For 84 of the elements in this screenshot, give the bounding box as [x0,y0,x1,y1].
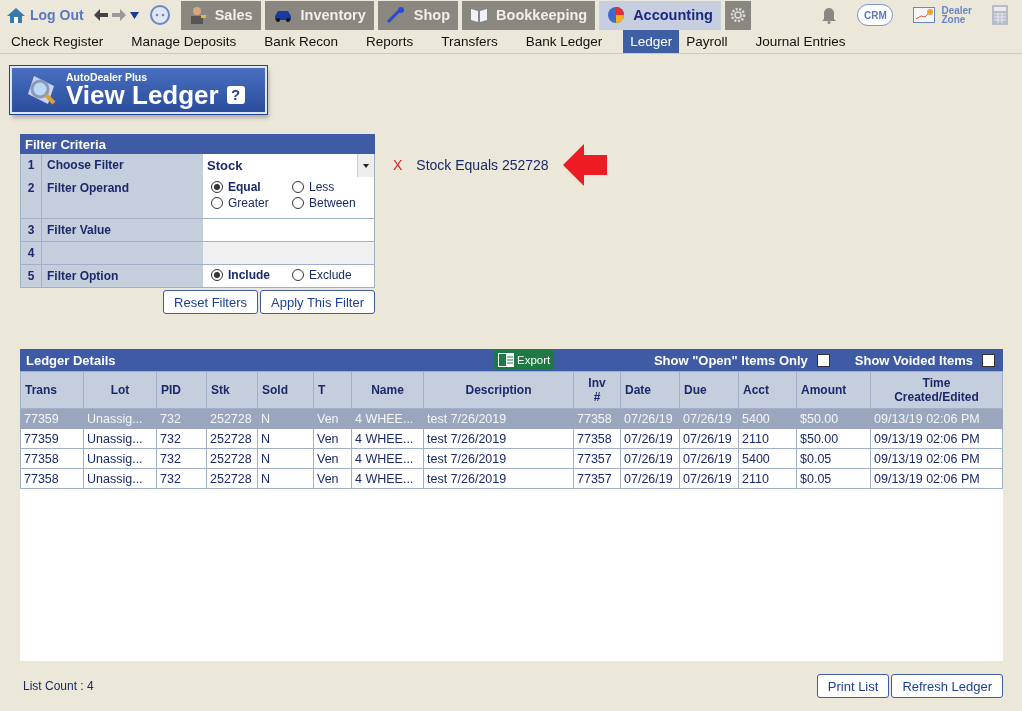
radio-option[interactable]: Exclude [292,268,372,282]
nav-tab[interactable]: Reports [358,30,421,53]
filter-button[interactable]: Reset Filters [163,290,259,314]
row-number: 5 [20,265,42,288]
column-header[interactable]: Due [679,371,739,409]
crm-button[interactable]: CRM [857,4,894,26]
pie-chart-icon [607,6,626,24]
spreadsheet-icon [498,353,514,367]
filter-label: Filter Operand [42,177,203,219]
nav-tab[interactable]: Bank Ledger [518,30,610,53]
radio-option[interactable]: Between [292,196,372,210]
table-cell: 77359 [20,428,84,449]
filter-button[interactable]: Apply This Filter [260,290,375,314]
nav-tab[interactable]: Manage Deposits [124,30,244,53]
radio-button[interactable] [292,197,304,209]
bell-icon[interactable] [821,6,838,24]
nav-tab[interactable]: Check Register [4,30,111,53]
module-tab[interactable]: Accounting [599,0,721,30]
pointer-arrow-icon [562,144,607,186]
ledger-button[interactable]: Refresh Ledger [891,674,1003,698]
wrench-icon [385,6,406,24]
page-title: View Ledger [66,82,219,108]
radio-option[interactable]: Equal [211,180,292,194]
back-arrow-icon[interactable] [93,9,108,21]
toggle-label: Show Voided Items [854,352,973,368]
filter-select[interactable]: Stock [203,154,374,177]
ledger-details-title: Ledger Details [26,352,117,368]
settings-icon [729,7,746,23]
checkbox[interactable] [816,353,830,367]
column-header[interactable]: Date [620,371,680,409]
column-header[interactable]: Description [423,371,574,409]
caret-icon [363,163,369,168]
home-icon [6,6,26,24]
toggle-label: Show "Open" Items Only [653,352,808,368]
row-number: 1 [20,154,42,178]
list-count: List Count : 4 [23,679,94,693]
column-header[interactable]: PID [156,371,207,409]
radio-option[interactable]: Less [292,180,372,194]
nav-tab[interactable]: Ledger [623,30,680,53]
column-header[interactable]: Amount [796,371,871,409]
column-header[interactable]: Sold [257,371,314,409]
export-button[interactable]: Export [494,350,555,370]
filter-criteria-header: Filter Criteria [20,134,375,154]
dashboard-chart-icon[interactable] [913,7,936,23]
radio-option[interactable]: Greater [211,196,292,210]
row-number: 3 [20,219,42,242]
filter-label: Filter Option [42,265,203,288]
caret-icon[interactable] [129,11,139,19]
column-header[interactable]: Acct [738,371,797,409]
ledger-button[interactable]: Print List [816,674,890,698]
nav-tab[interactable]: Journal Entries [748,30,853,53]
nav-tab[interactable]: Payroll [679,30,735,53]
nav-tab[interactable]: Bank Recon [257,30,345,53]
column-header[interactable]: Trans [20,371,84,409]
car-icon [272,8,293,22]
table-cell: 77358 [20,468,84,489]
radio-button[interactable] [292,181,304,193]
filter-label: Filter Value [42,219,203,242]
column-header[interactable]: Inv # [573,371,621,409]
radio-button[interactable] [211,181,223,193]
checkbox[interactable] [982,353,995,367]
book-icon [470,7,489,23]
column-header[interactable]: T [313,371,352,409]
column-header[interactable]: Lot [83,371,157,409]
radio-button[interactable] [211,269,223,281]
support-face-icon[interactable] [148,4,171,26]
remove-filter-link[interactable]: X [393,157,403,173]
brand-name: AutoDealer Plus [66,72,149,82]
radio-option[interactable]: Include [211,268,292,282]
settings-button[interactable] [724,0,751,30]
row-number: 4 [20,242,42,265]
column-header[interactable]: Time Created/Edited [870,371,1003,409]
column-header[interactable]: Name [351,371,424,409]
column-header[interactable]: Stk [206,371,258,409]
salesman-icon [188,6,207,24]
radio-button[interactable] [292,269,304,281]
active-filter-text: Stock Equals 252728 [416,157,549,173]
table-cell: 77359 [20,408,84,429]
radio-button[interactable] [211,197,223,209]
filter-label: Choose Filter [42,154,203,178]
table-cell: 77358 [20,448,84,469]
row-number: 2 [20,177,42,219]
nav-tab[interactable]: Transfers [434,30,505,53]
help-button[interactable]: ? [226,86,245,104]
